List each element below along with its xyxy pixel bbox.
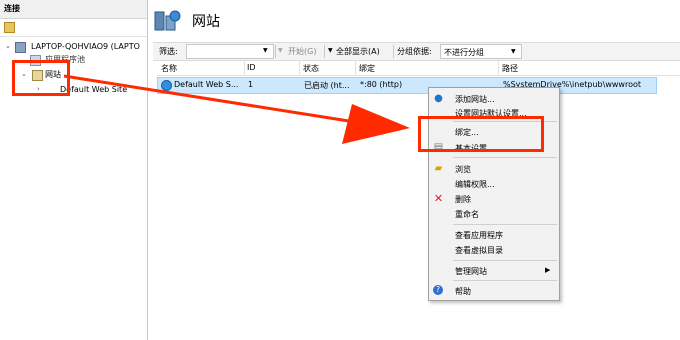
annotation-arrow (63, 74, 410, 144)
